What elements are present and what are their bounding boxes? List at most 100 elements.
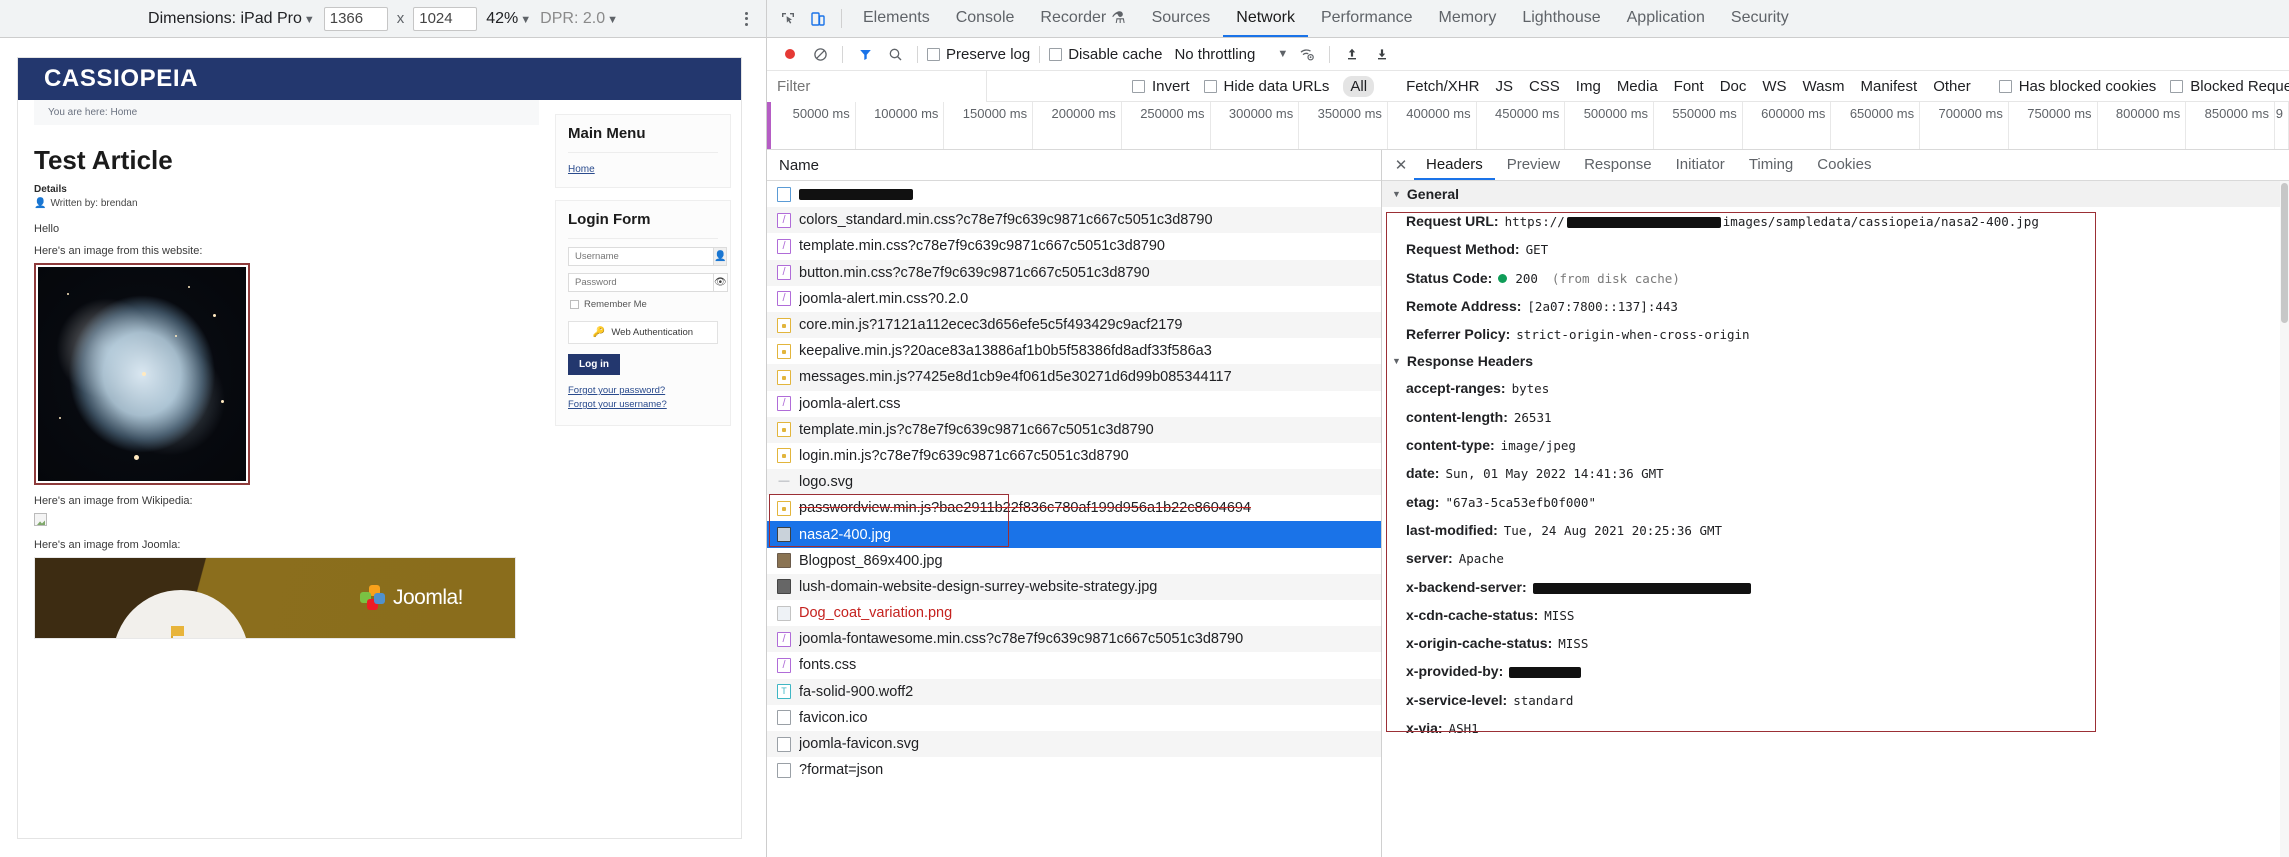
header-value: bytes bbox=[1512, 380, 1550, 398]
remember-me-checkbox[interactable]: Remember Me bbox=[570, 299, 718, 310]
table-row[interactable]: logo.svg bbox=[767, 469, 1381, 495]
detail-tab-preview[interactable]: Preview bbox=[1495, 150, 1572, 180]
import-har-icon[interactable] bbox=[1337, 41, 1367, 67]
filter-funnel-icon[interactable] bbox=[850, 41, 880, 67]
table-row[interactable]: core.min.js?17121a112ecec3d656efe5c5f493… bbox=[767, 312, 1381, 338]
type-filter-other[interactable]: Other bbox=[1925, 76, 1979, 97]
tab-network[interactable]: Network bbox=[1223, 0, 1308, 37]
table-row[interactable]: messages.min.js?7425e8d1cb9e4f061d5e3027… bbox=[767, 364, 1381, 390]
table-row[interactable]: passwordview.min.js?bae2911b22f836c780af… bbox=[767, 495, 1381, 521]
table-row[interactable]: joomla-favicon.svg bbox=[767, 731, 1381, 757]
table-row[interactable]: login.min.js?c78e7f9c639c9871c667c5051c3… bbox=[767, 443, 1381, 469]
tab-performance[interactable]: Performance bbox=[1308, 0, 1426, 37]
throttling-select[interactable]: No throttling ▼ bbox=[1174, 46, 1288, 63]
hide-data-urls-checkbox[interactable]: Hide data URLs bbox=[1204, 78, 1330, 95]
type-filter-fetch-xhr[interactable]: Fetch/XHR bbox=[1398, 76, 1487, 97]
device-more-options-icon[interactable] bbox=[745, 12, 748, 26]
type-filter-doc[interactable]: Doc bbox=[1712, 76, 1755, 97]
tab-security[interactable]: Security bbox=[1718, 0, 1802, 37]
password-input[interactable] bbox=[568, 273, 714, 292]
table-row[interactable]: joomla-fontawesome.min.css?c78e7f9c639c9… bbox=[767, 626, 1381, 652]
clear-button-icon[interactable] bbox=[805, 41, 835, 67]
detail-tab-timing[interactable]: Timing bbox=[1737, 150, 1805, 180]
article-title: Test Article bbox=[34, 145, 539, 176]
detail-tab-headers[interactable]: Headers bbox=[1414, 150, 1495, 180]
tab-sources[interactable]: Sources bbox=[1139, 0, 1224, 37]
search-icon[interactable] bbox=[880, 41, 910, 67]
forgot-username-link[interactable]: Forgot your username? bbox=[568, 398, 718, 412]
network-overview-timeline[interactable]: 50000 ms 100000 ms 150000 ms 200000 ms 2… bbox=[767, 102, 2289, 150]
tab-recorder[interactable]: Recorder⚗ bbox=[1027, 0, 1138, 37]
table-row[interactable]: joomla-alert.css bbox=[767, 391, 1381, 417]
tab-elements[interactable]: Elements bbox=[850, 0, 943, 37]
device-dimensions-select[interactable]: Dimensions: iPad Pro▼ bbox=[148, 10, 315, 28]
detail-scrollbar[interactable] bbox=[2280, 181, 2289, 857]
invert-checkbox[interactable]: Invert bbox=[1132, 78, 1190, 95]
table-row[interactable]: keepalive.min.js?20ace83a13886af1b0b5f58… bbox=[767, 338, 1381, 364]
detail-tab-initiator[interactable]: Initiator bbox=[1664, 150, 1737, 180]
filter-input[interactable] bbox=[767, 71, 987, 102]
preserve-log-checkbox[interactable]: Preserve log bbox=[925, 46, 1032, 63]
table-row[interactable]: Dog_coat_variation.png bbox=[767, 600, 1381, 626]
tab-lighthouse[interactable]: Lighthouse bbox=[1509, 0, 1613, 37]
blocked-requests-checkbox[interactable]: Blocked Requests bbox=[2170, 78, 2289, 95]
table-row[interactable]: template.min.css?c78e7f9c639c9871c667c50… bbox=[767, 233, 1381, 259]
forgot-password-link[interactable]: Forgot your password? bbox=[568, 384, 718, 398]
dpr-select[interactable]: DPR: 2.0▼ bbox=[540, 10, 618, 28]
type-filter-wasm[interactable]: Wasm bbox=[1795, 76, 1853, 97]
chevron-down-icon-dpr: ▼ bbox=[607, 14, 618, 26]
table-row[interactable] bbox=[767, 181, 1381, 207]
menu-item-home[interactable]: Home bbox=[568, 164, 595, 175]
disable-cache-checkbox[interactable]: Disable cache bbox=[1047, 46, 1164, 63]
request-name: colors_standard.min.css?c78e7f9c639c9871… bbox=[799, 212, 1213, 228]
table-row-selected[interactable]: nasa2-400.jpg bbox=[767, 521, 1381, 547]
detail-tab-cookies[interactable]: Cookies bbox=[1805, 150, 1883, 180]
tab-memory[interactable]: Memory bbox=[1426, 0, 1510, 37]
viewport-height-input[interactable]: 1024 bbox=[413, 7, 477, 31]
joomla-banner-image: Joomla! bbox=[34, 557, 516, 639]
response-headers-section-header[interactable]: ▼ Response Headers bbox=[1382, 348, 2289, 374]
breadcrumb-item-home[interactable]: Home bbox=[110, 107, 137, 118]
eye-icon-addon[interactable]: 👁 bbox=[714, 273, 728, 292]
toggle-device-toolbar-icon[interactable] bbox=[803, 0, 833, 37]
header-key: Status Code: bbox=[1406, 268, 1492, 288]
table-row[interactable]: lush-domain-website-design-surrey-websit… bbox=[767, 574, 1381, 600]
detail-tab-response[interactable]: Response bbox=[1572, 150, 1664, 180]
has-blocked-cookies-checkbox[interactable]: Has blocked cookies bbox=[1999, 78, 2157, 95]
overview-tick: 9 bbox=[2275, 102, 2289, 149]
table-row[interactable]: Blogpost_869x400.jpg bbox=[767, 548, 1381, 574]
record-button-icon[interactable] bbox=[775, 41, 805, 67]
type-filter-font[interactable]: Font bbox=[1666, 76, 1712, 97]
request-name: login.min.js?c78e7f9c639c9871c667c5051c3… bbox=[799, 448, 1129, 464]
dimension-separator: x bbox=[397, 10, 405, 27]
inspect-element-icon[interactable] bbox=[773, 0, 803, 37]
network-conditions-icon[interactable] bbox=[1292, 41, 1322, 67]
table-row[interactable]: ?format=json bbox=[767, 757, 1381, 783]
type-filter-media[interactable]: Media bbox=[1609, 76, 1666, 97]
request-list-header[interactable]: Name bbox=[767, 150, 1381, 181]
table-row[interactable]: colors_standard.min.css?c78e7f9c639c9871… bbox=[767, 207, 1381, 233]
tab-application[interactable]: Application bbox=[1614, 0, 1718, 37]
table-row[interactable]: button.min.css?c78e7f9c639c9871c667c5051… bbox=[767, 260, 1381, 286]
table-row[interactable]: fa-solid-900.woff2 bbox=[767, 679, 1381, 705]
username-input[interactable] bbox=[568, 247, 714, 266]
type-filter-img[interactable]: Img bbox=[1568, 76, 1609, 97]
type-filter-js[interactable]: JS bbox=[1487, 76, 1521, 97]
close-icon[interactable]: ✕ bbox=[1388, 150, 1414, 180]
type-filter-manifest[interactable]: Manifest bbox=[1853, 76, 1926, 97]
header-row: x-via:ASH1 bbox=[1382, 714, 2289, 742]
type-filter-css[interactable]: CSS bbox=[1521, 76, 1568, 97]
type-filter-all[interactable]: All bbox=[1343, 76, 1374, 97]
web-authentication-button[interactable]: 🔑 Web Authentication bbox=[568, 321, 718, 344]
table-row[interactable]: template.min.js?c78e7f9c639c9871c667c505… bbox=[767, 417, 1381, 443]
table-row[interactable]: joomla-alert.min.css?0.2.0 bbox=[767, 286, 1381, 312]
type-filter-ws[interactable]: WS bbox=[1754, 76, 1794, 97]
zoom-select[interactable]: 42%▼ bbox=[486, 10, 531, 28]
table-row[interactable]: fonts.css bbox=[767, 652, 1381, 678]
tab-console[interactable]: Console bbox=[943, 0, 1028, 37]
login-button[interactable]: Log in bbox=[568, 354, 620, 375]
viewport-width-input[interactable]: 1366 bbox=[324, 7, 388, 31]
general-section-header[interactable]: ▼ General bbox=[1382, 181, 2289, 207]
export-har-icon[interactable] bbox=[1367, 41, 1397, 67]
table-row[interactable]: favicon.ico bbox=[767, 705, 1381, 731]
